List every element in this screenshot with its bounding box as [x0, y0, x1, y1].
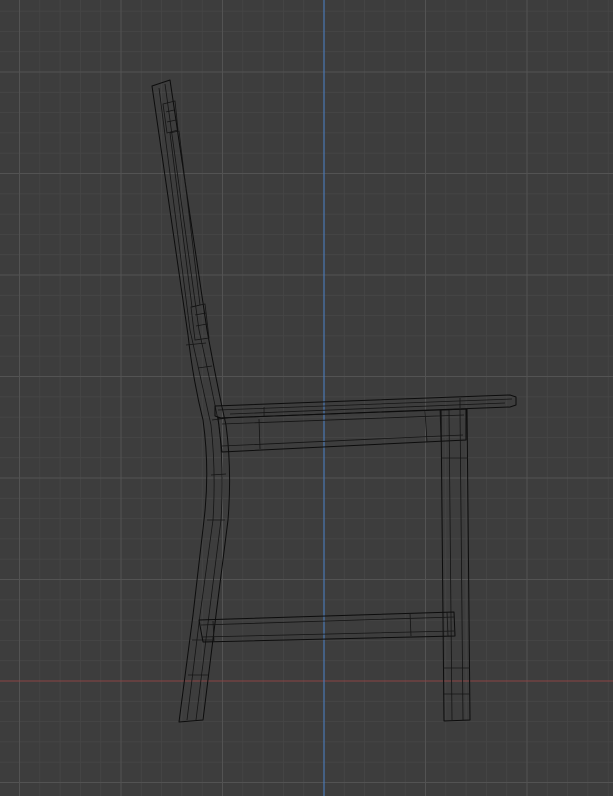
lower-stretcher-outline — [198, 611, 456, 643]
back-leg-foot-lines — [188, 639, 212, 676]
chair-wireframe[interactable] — [0, 0, 613, 796]
3d-viewport[interactable] — [0, 0, 613, 796]
chair-lower-stretcher[interactable] — [198, 611, 456, 643]
seat-outline — [214, 394, 517, 419]
chair-seat[interactable] — [214, 394, 517, 419]
front-leg-outline — [440, 408, 471, 722]
front-leg-inner-lines — [442, 409, 470, 721]
chair-back-leg[interactable] — [151, 79, 231, 723]
chair-front-leg[interactable] — [440, 408, 471, 722]
chair-seat-rail[interactable] — [217, 408, 467, 453]
seat-rail-outline — [217, 408, 467, 453]
back-leg-outer-edge — [151, 79, 231, 723]
seat-rail-inner-lines — [221, 409, 465, 450]
backrest-slat — [169, 130, 201, 308]
